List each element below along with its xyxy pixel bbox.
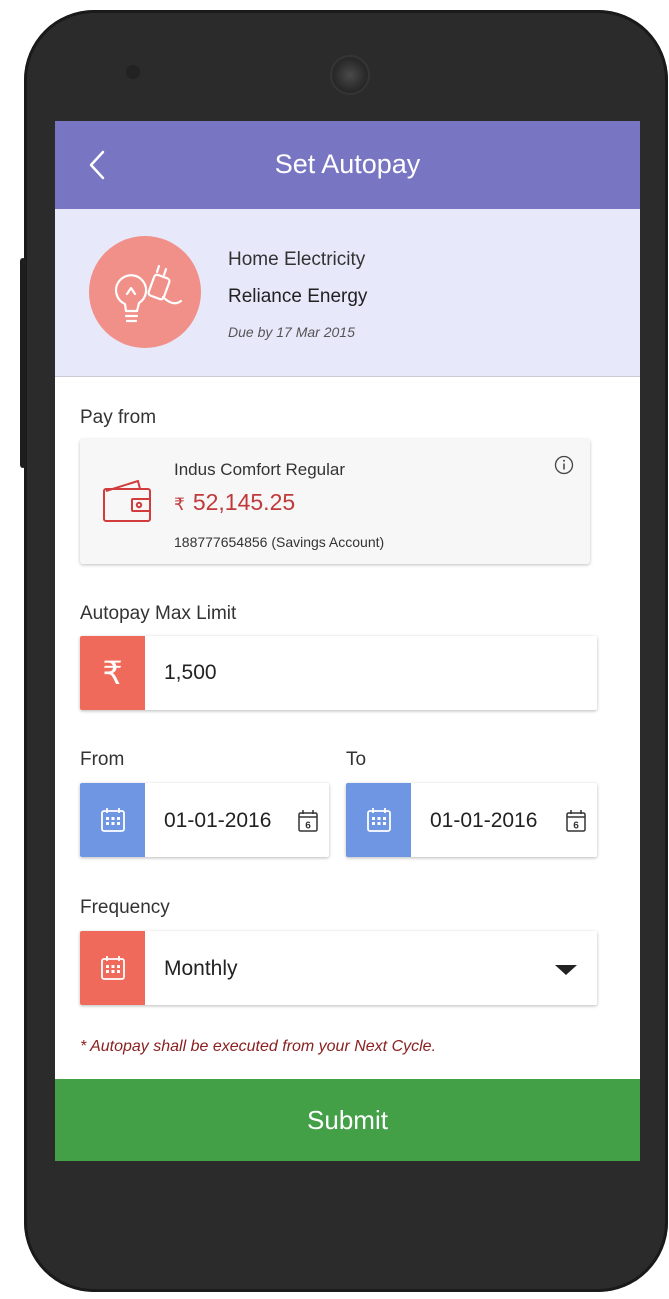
svg-text:6: 6 <box>573 821 579 832</box>
account-balance: ₹52,145.25 <box>174 489 295 516</box>
biller-category: Home Electricity <box>228 249 366 270</box>
due-date: Due by 17 Mar 2015 <box>228 324 355 340</box>
submit-button[interactable]: Submit <box>55 1079 640 1161</box>
frequency-label: Frequency <box>80 897 170 918</box>
frequency-value: Monthly <box>164 957 238 980</box>
biller-name: Reliance Energy <box>228 286 368 307</box>
max-limit-field[interactable]: ₹ 1,500 <box>80 636 597 710</box>
account-name: Indus Comfort Regular <box>174 460 346 479</box>
info-icon[interactable] <box>554 455 574 480</box>
to-date-value: 01-01-2016 <box>430 809 538 832</box>
rupee-symbol: ₹ <box>174 495 185 514</box>
to-label: To <box>346 749 367 770</box>
phone-side-button <box>20 258 26 468</box>
max-limit-value: 1,500 <box>164 661 217 684</box>
from-date-value: 01-01-2016 <box>164 809 272 832</box>
rupee-icon: ₹ <box>80 636 145 710</box>
frequency-select[interactable]: Monthly <box>80 931 597 1005</box>
caret-down-icon[interactable] <box>555 965 577 975</box>
calendar-icon <box>80 931 145 1005</box>
to-date-field[interactable]: 01-01-2016 6 <box>346 783 597 857</box>
wallet-icon <box>102 477 152 528</box>
calendar-icon <box>80 783 145 857</box>
date-picker-icon[interactable]: 6 <box>565 809 587 838</box>
pay-from-label: Pay from <box>80 407 157 428</box>
app-screen: Set Autopay Home Electricity Reliance En… <box>55 121 640 1161</box>
app-bar: Set Autopay <box>55 121 640 209</box>
bulb-and-plug-icon <box>89 236 201 348</box>
date-picker-icon[interactable]: 6 <box>297 809 319 838</box>
page-title: Set Autopay <box>274 149 421 179</box>
svg-text:6: 6 <box>305 821 311 832</box>
max-limit-label: Autopay Max Limit <box>80 603 237 624</box>
from-label: From <box>80 749 125 770</box>
autopay-note: * Autopay shall be executed from your Ne… <box>80 1038 437 1055</box>
earpiece-speaker <box>330 55 370 95</box>
balance-amount: 52,145.25 <box>192 489 296 515</box>
from-date-field[interactable]: 01-01-2016 6 <box>80 783 329 857</box>
front-camera <box>126 65 140 79</box>
biller-summary: Home Electricity Reliance Energy Due by … <box>55 209 640 377</box>
calendar-icon <box>346 783 411 857</box>
account-number: 188777654856 (Savings Account) <box>174 534 385 550</box>
account-card[interactable]: Indus Comfort Regular ₹52,145.25 1887776… <box>80 439 590 564</box>
